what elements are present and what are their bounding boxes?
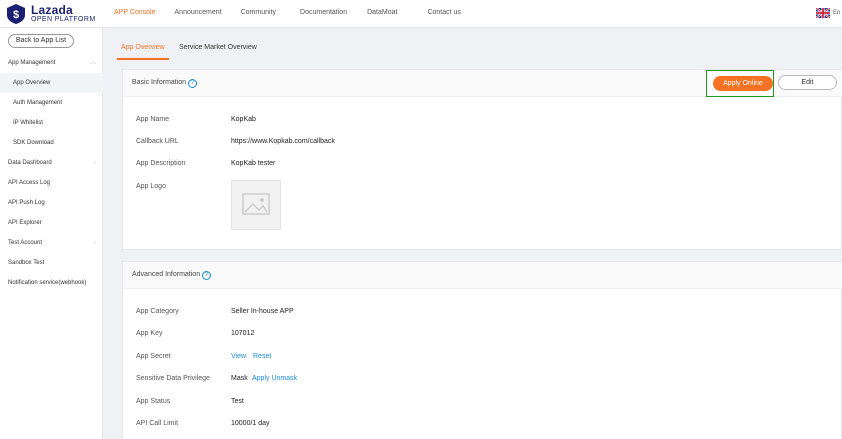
card-header: Advanced Information ? [123, 262, 842, 289]
lazada-logo[interactable]: $ Lazada OPEN PLATFORM [6, 3, 102, 25]
field-label: App Key [136, 330, 163, 337]
app-status-value: Test [231, 398, 244, 405]
field-label: App Secret [136, 353, 171, 360]
callback-url-value: https://www.Kopkab.com/callback [231, 138, 335, 145]
sidebar-item-data-dashboard[interactable]: Data Dashboard ‹ [0, 153, 103, 173]
tab-app-overview[interactable]: App Overview [121, 44, 165, 51]
sidebar-item-label: App Overview [13, 80, 51, 86]
app-key-value: 107012 [231, 330, 255, 337]
sidebar-item-sandbox-test[interactable]: Sandbox Test [0, 253, 103, 273]
tab-service-market-overview[interactable]: Service Market Overview [179, 44, 257, 51]
sidebar-item-label: API Access Log [8, 180, 51, 186]
nav-documentation[interactable]: Documentation [300, 9, 347, 16]
top-bar: $ Lazada OPEN PLATFORM APP Console Annou… [0, 0, 842, 28]
sidebar-item-label: API Push Log [8, 200, 45, 206]
field-label: App Logo [136, 183, 166, 190]
lazada-shield-icon: $ [7, 4, 25, 24]
brand-subtitle: OPEN PLATFORM [31, 16, 96, 23]
sidebar-item-label: API Explorer [8, 220, 42, 226]
sidebar-item-label: Notification service(webhook) [8, 280, 87, 286]
back-to-app-list-button[interactable]: Back to App List [8, 34, 74, 48]
tab-bar: App Overview Service Market Overview [104, 28, 842, 62]
field-label: App Description [136, 160, 186, 167]
help-icon[interactable]: ? [188, 79, 197, 88]
field-label: Callback URL [136, 138, 179, 145]
app-logo-placeholder [231, 180, 281, 230]
reset-secret-link[interactable]: Reset [253, 353, 271, 360]
sidebar-item-test-account[interactable]: Test Account ‹ [0, 233, 103, 253]
field-label: App Status [136, 398, 171, 405]
app-description-value: KopKab tester [231, 160, 276, 167]
view-secret-link[interactable]: View [231, 353, 246, 360]
sidebar-item-label: IP Whitelist [13, 120, 43, 126]
svg-text:$: $ [13, 9, 19, 21]
sidebar-item-label: Sandbox Test [8, 260, 45, 266]
sidebar-item-ip-whitelist[interactable]: IP Whitelist [0, 113, 103, 133]
sidebar-item-auth-management[interactable]: Auth Management [0, 93, 103, 113]
language-label[interactable]: En [833, 10, 840, 16]
sidebar-item-api-push-log[interactable]: API Push Log [0, 193, 103, 213]
sidebar-item-label: App Management [8, 60, 56, 66]
active-tab-indicator [117, 58, 169, 60]
sidebar-item-label: Data Dashboard [8, 160, 52, 166]
api-call-limit-value: 10000/1 day [231, 420, 270, 427]
sidebar-item-notification-service[interactable]: Notification service(webhook) [0, 273, 103, 293]
app-category-value: Seller In-house APP [231, 308, 294, 315]
brand-name: Lazada [31, 3, 73, 17]
nav-app-console[interactable]: APP Console [114, 9, 156, 16]
apply-online-button[interactable]: Apply Online [713, 76, 773, 91]
field-label: API Call Limit [136, 420, 179, 427]
sidebar-item-label: Auth Management [13, 100, 63, 106]
sidebar-item-api-access-log[interactable]: API Access Log [0, 173, 103, 193]
nav-datamoat[interactable]: DataMoat [367, 9, 397, 16]
help-icon[interactable]: ? [202, 271, 211, 280]
sidebar-item-label: Test Account [8, 240, 43, 246]
edit-button[interactable]: Edit [778, 75, 837, 90]
sidebar-item-sdk-download[interactable]: SDK Download [0, 133, 103, 153]
nav-announcement[interactable]: Announcement [175, 9, 222, 16]
nav-contact-us[interactable]: Contact us [427, 9, 460, 16]
card-title: Advanced Information [132, 271, 201, 278]
sidebar: Back to App List App Management ︿ App Ov… [0, 28, 103, 439]
card-title: Basic Information [132, 79, 187, 86]
chevron-left-icon: ‹ [94, 160, 96, 166]
nav-community[interactable]: Community [241, 9, 276, 16]
sidebar-item-label: SDK Download [13, 140, 54, 146]
chevron-left-icon: ‹ [94, 240, 96, 246]
sidebar-item-app-management[interactable]: App Management ︿ [0, 53, 103, 73]
top-nav: APP Console Announcement Community Docum… [114, 9, 461, 16]
advanced-information-card: Advanced Information ? App Category Sell… [122, 261, 842, 439]
apply-unmask-link[interactable]: Apply Unmask [252, 375, 297, 382]
field-label: Sensitive Data Privilege [136, 375, 210, 382]
sidebar-item-app-overview[interactable]: App Overview [0, 73, 103, 93]
app-name-value: KopKab [231, 116, 256, 123]
field-label: App Category [136, 308, 179, 315]
image-placeholder-icon [242, 193, 270, 215]
chevron-up-icon: ︿ [89, 60, 96, 66]
field-label: App Name [136, 116, 170, 123]
sensitive-data-value: Mask [231, 375, 248, 382]
sidebar-item-api-explorer[interactable]: API Explorer [0, 213, 103, 233]
uk-flag-icon[interactable] [816, 8, 830, 18]
